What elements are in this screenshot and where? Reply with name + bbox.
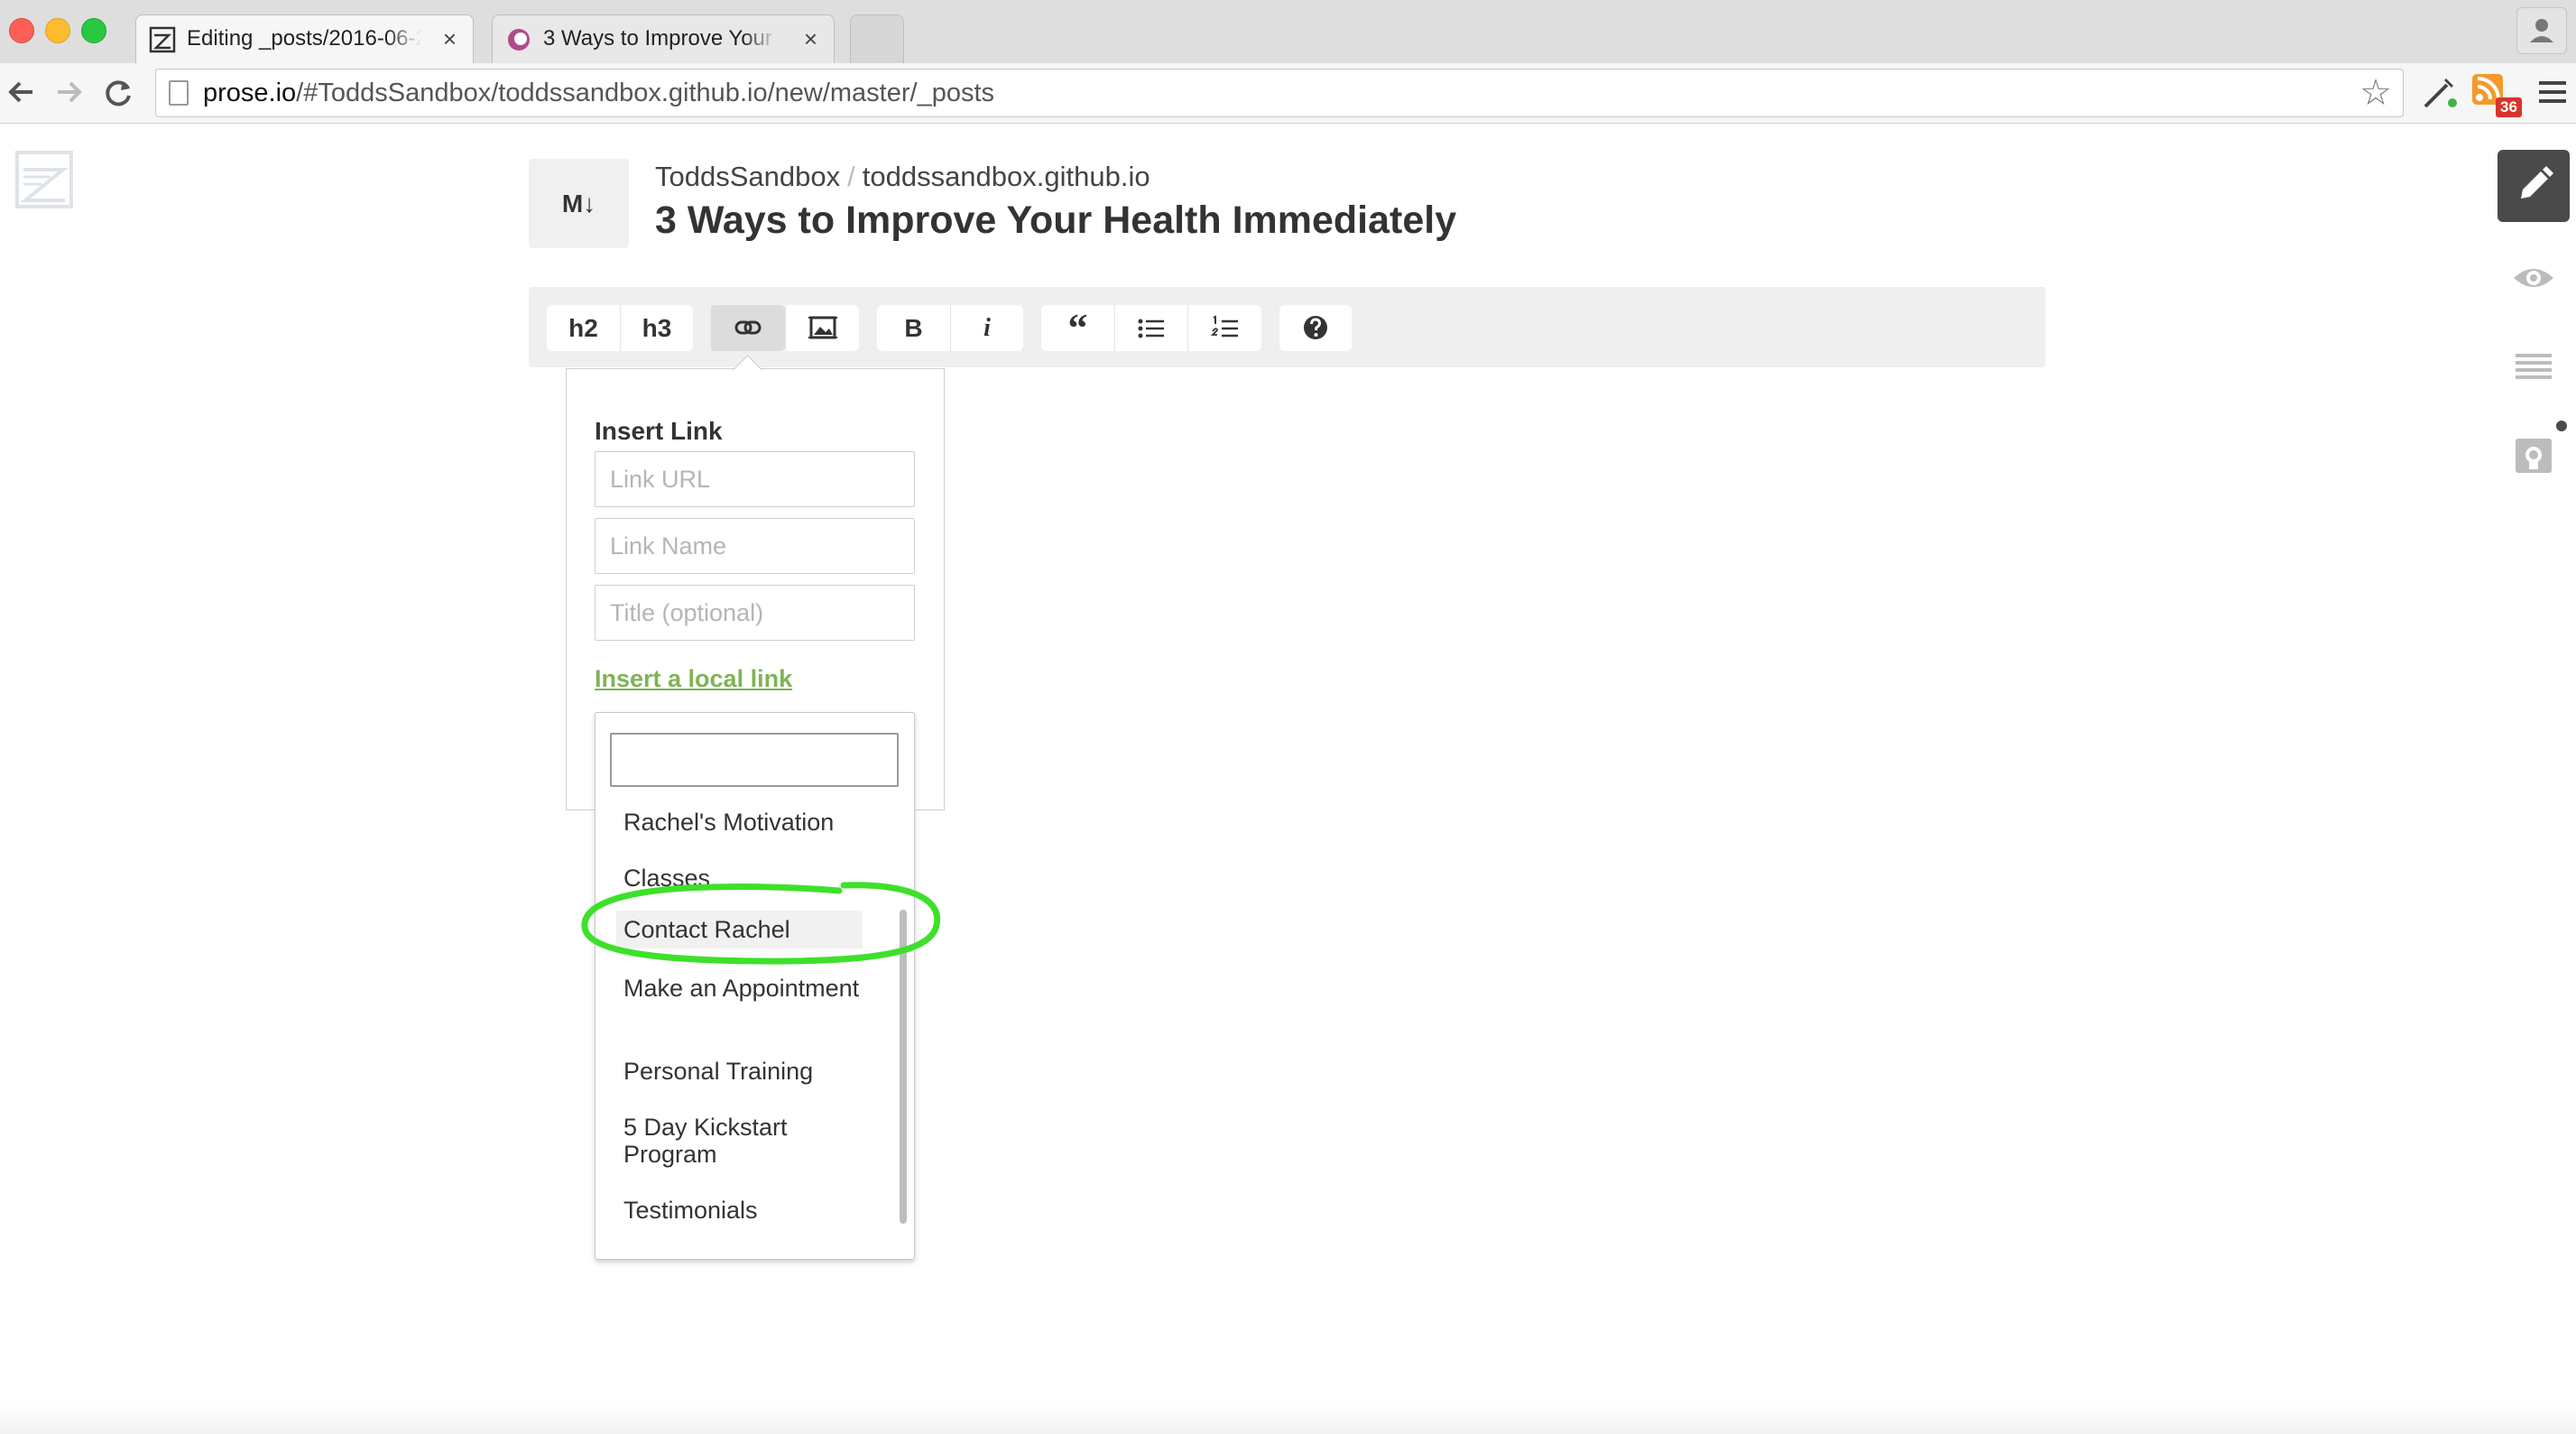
save-icon <box>2516 421 2567 473</box>
image-button[interactable] <box>785 305 859 351</box>
new-tab-button[interactable] <box>850 14 904 63</box>
tab-close-icon[interactable]: × <box>443 15 457 62</box>
bookmark-star-icon[interactable]: ☆ <box>2359 73 2392 113</box>
link-title-input[interactable] <box>595 585 915 641</box>
insert-link-heading: Insert Link <box>595 417 723 445</box>
link-icon <box>734 320 762 335</box>
page-bottom-edge <box>0 1403 2576 1434</box>
forward-icon[interactable] <box>49 72 88 112</box>
edit-mode-button[interactable] <box>2498 150 2570 222</box>
url-text: prose.io/#ToddsSandbox/toddssandbox.gith… <box>203 79 995 107</box>
profile-icon[interactable] <box>2516 7 2567 54</box>
markdown-icon: M↓ <box>529 159 629 248</box>
preview-button[interactable] <box>2498 242 2570 314</box>
metadata-list-icon <box>2516 354 2552 379</box>
list-item[interactable]: Testimonials <box>623 1197 876 1224</box>
extension-wand-icon[interactable] <box>2418 72 2460 114</box>
editor-toolbar: h2 h3 B i “ <box>529 287 2045 367</box>
format-group: B i <box>877 305 1023 351</box>
browser-tab-editing[interactable]: Editing _posts/2016-06-25 × <box>135 14 474 63</box>
browser-tab-bar: Editing _posts/2016-06-25 × 3 Ways to Im… <box>0 0 2576 64</box>
block-group: “ <box>1041 305 1261 351</box>
numbered-list-icon <box>1210 315 1238 338</box>
help-button[interactable] <box>1279 305 1352 351</box>
breadcrumb-separator: / <box>847 161 855 192</box>
quote-button[interactable]: “ <box>1041 305 1114 351</box>
list-item[interactable]: Contact Rachel <box>616 911 863 948</box>
post-title[interactable]: 3 Ways to Improve Your Health Immediatel… <box>655 199 1456 243</box>
local-link-search-input[interactable] <box>610 733 899 787</box>
reload-icon[interactable] <box>99 72 139 112</box>
h3-button[interactable]: h3 <box>620 305 693 351</box>
page-icon <box>169 80 189 106</box>
help-icon <box>1304 316 1327 339</box>
window-minimize-button[interactable] <box>45 18 70 43</box>
browser-tab-post[interactable]: 3 Ways to Improve Your Health Immediatel… <box>492 14 835 63</box>
quote-icon: “ <box>1067 306 1088 350</box>
h2-button[interactable]: h2 <box>547 305 620 351</box>
image-icon <box>808 316 837 339</box>
preview-eye-icon <box>2514 269 2553 287</box>
save-button[interactable] <box>2498 419 2570 491</box>
back-icon[interactable] <box>2 72 42 112</box>
address-bar[interactable]: prose.io/#ToddsSandbox/toddssandbox.gith… <box>155 69 2404 117</box>
tab-title: Editing _posts/2016-06-25 <box>187 26 421 51</box>
tab-title: 3 Ways to Improve Your Health Immediatel… <box>543 26 778 51</box>
tab-close-icon[interactable]: × <box>804 15 817 62</box>
local-link-dropdown: Rachel's Motivation Classes Contact Rach… <box>595 712 915 1260</box>
breadcrumb: ToddsSandbox / toddssandbox.github.io <box>655 161 1150 193</box>
prose-favicon-icon <box>149 26 176 53</box>
bullet-list-button[interactable] <box>1114 305 1187 351</box>
help-group <box>1279 305 1352 351</box>
link-button[interactable] <box>711 305 785 351</box>
italic-button[interactable]: i <box>950 305 1023 351</box>
window-zoom-button[interactable] <box>81 18 106 43</box>
link-name-input[interactable] <box>595 518 915 574</box>
window-close-button[interactable] <box>9 18 34 43</box>
media-group <box>711 305 859 351</box>
list-item[interactable]: Classes <box>623 865 876 892</box>
insert-local-link[interactable]: Insert a local link <box>595 665 792 693</box>
site-favicon-icon <box>508 29 530 51</box>
bold-button[interactable]: B <box>877 305 950 351</box>
metadata-button[interactable] <box>2498 330 2570 402</box>
dropdown-scrollbar[interactable] <box>900 910 907 1224</box>
person-icon <box>2530 19 2553 42</box>
edit-pencil-icon <box>2521 166 2553 199</box>
rss-count-badge: 36 <box>2496 97 2522 117</box>
menu-icon[interactable] <box>2532 72 2573 114</box>
heading-group: h2 h3 <box>547 305 693 351</box>
list-item[interactable]: Rachel's Motivation <box>623 809 876 836</box>
prose-logo-icon[interactable] <box>14 150 74 209</box>
link-url-input[interactable] <box>595 451 915 507</box>
browser-toolbar: prose.io/#ToddsSandbox/toddssandbox.gith… <box>0 63 2576 124</box>
list-item[interactable]: Make an Appointment <box>623 975 876 1002</box>
breadcrumb-repo[interactable]: toddssandbox.github.io <box>863 161 1150 192</box>
numbered-list-button[interactable] <box>1187 305 1261 351</box>
breadcrumb-owner[interactable]: ToddsSandbox <box>655 161 840 192</box>
list-item[interactable]: Personal Training <box>623 1058 876 1085</box>
bullet-list-icon <box>1138 319 1164 338</box>
list-item[interactable]: 5 Day Kickstart Program <box>623 1114 876 1168</box>
